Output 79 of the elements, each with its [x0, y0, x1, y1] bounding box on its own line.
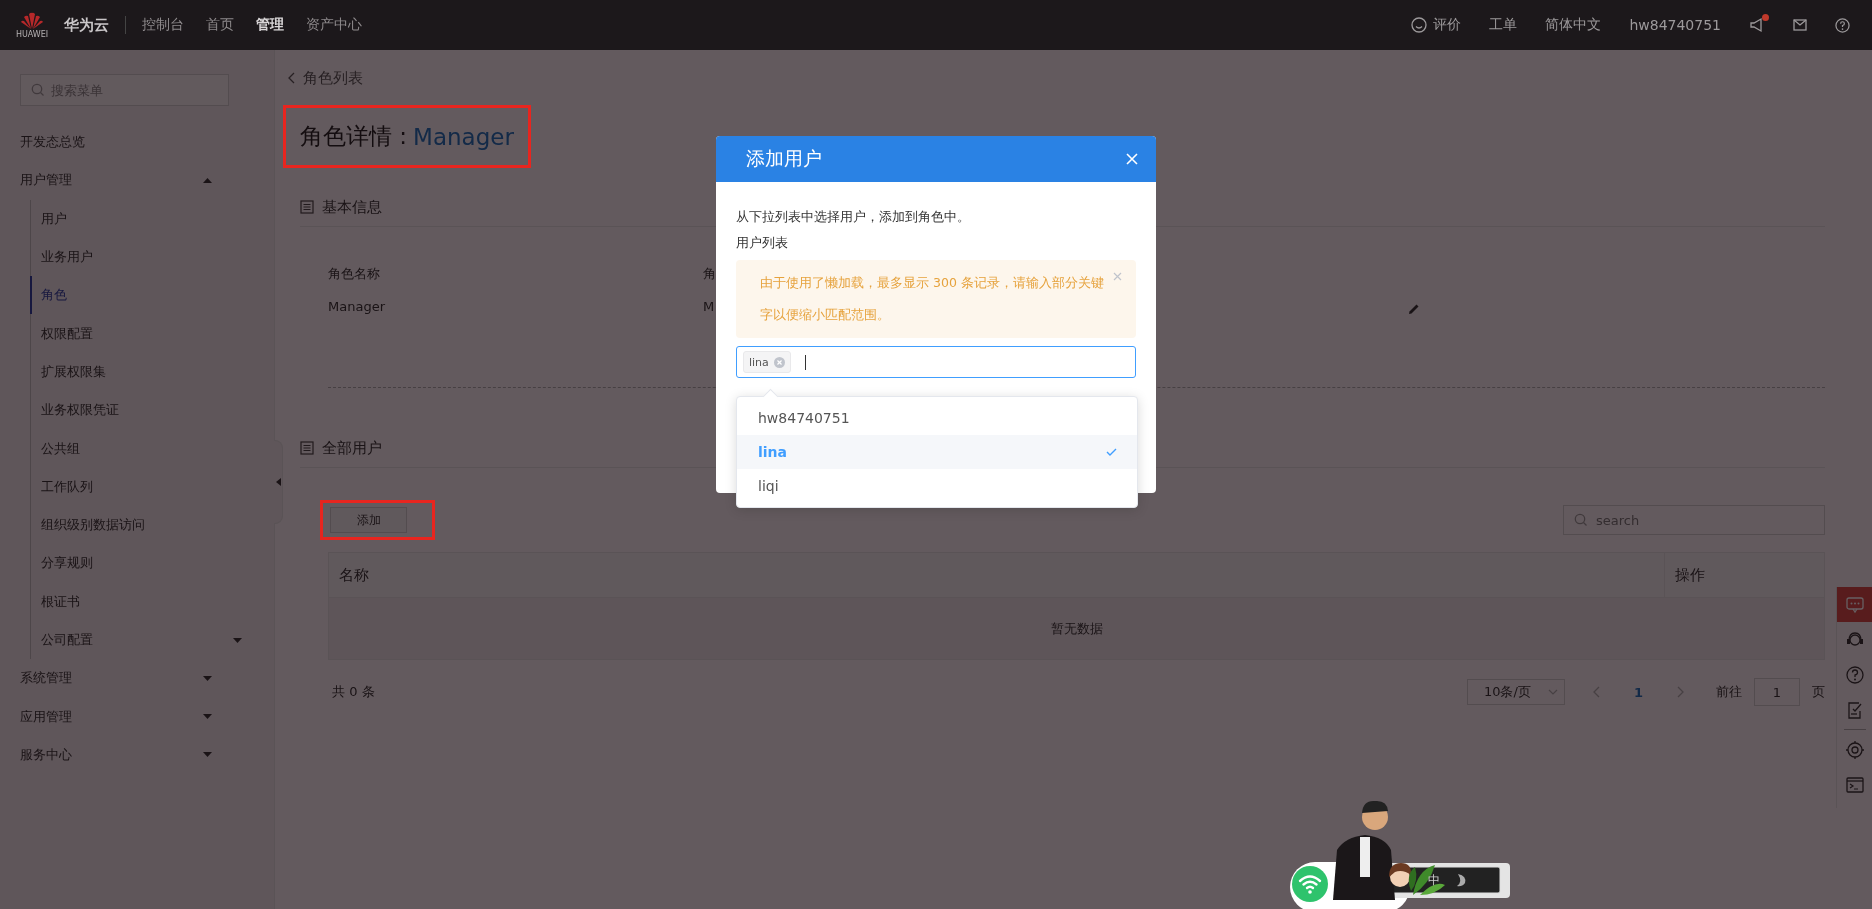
nav-link[interactable]: 管理	[256, 16, 284, 34]
menu-group[interactable]: 服务中心	[0, 735, 274, 775]
target-icon[interactable]	[1845, 739, 1865, 760]
menu-item[interactable]: 业务权限凭证	[30, 391, 274, 430]
help-icon[interactable]	[1835, 17, 1850, 33]
empty-table-message: 暂无数据	[328, 597, 1825, 660]
dropdown-option[interactable]: hw84740751	[737, 401, 1137, 435]
menu-item[interactable]: 工作队列	[30, 467, 274, 506]
role-name: Manager	[413, 123, 514, 150]
nav-link[interactable]: 控制台	[142, 16, 184, 34]
field-label: 用户列表	[736, 234, 789, 252]
user-select-field[interactable]: lina	[736, 346, 1136, 378]
menu-group[interactable]: 应用管理	[0, 697, 274, 736]
page-size-select[interactable]: 10条/页	[1466, 679, 1565, 705]
chevron-left-icon[interactable]	[1592, 686, 1600, 698]
menu-item[interactable]: 公共组	[30, 429, 274, 468]
page-title: 角色详情 :	[300, 122, 408, 151]
dropdown-option[interactable]: lina	[737, 435, 1137, 469]
megaphone-icon[interactable]	[1749, 17, 1765, 33]
field-label: 角	[703, 265, 716, 283]
chevron-down-icon	[1547, 689, 1558, 695]
list-icon	[300, 200, 314, 214]
nav-link[interactable]: 首页	[206, 16, 234, 34]
search-icon	[31, 83, 45, 97]
menu-item[interactable]: 根证书	[30, 582, 274, 621]
menu-item[interactable]: 用户	[30, 199, 274, 238]
total-count: 共 0 条	[332, 683, 375, 701]
feedback-link[interactable]: 评价	[1411, 16, 1462, 34]
menu-item[interactable]: 业务用户	[30, 237, 274, 277]
column-header: 名称	[328, 552, 1665, 598]
section-title: 全部用户	[322, 438, 382, 458]
field-value: M	[703, 299, 716, 314]
dialog-description: 从下拉列表中选择用户，添加到角色中。	[736, 208, 971, 226]
list-icon	[300, 441, 314, 455]
selected-tag[interactable]: lina	[743, 351, 791, 373]
field-value: Manager	[328, 299, 386, 314]
section-title: 基本信息	[322, 197, 382, 217]
menu-group[interactable]: 用户管理	[0, 161, 274, 200]
language-link[interactable]: 简体中文	[1545, 16, 1602, 34]
chevron-right-icon[interactable]	[1677, 686, 1684, 698]
moon-icon[interactable]	[1455, 873, 1467, 887]
menu-item[interactable]: 组织级别数据访问	[30, 505, 274, 545]
brand-name: 华为云	[64, 15, 109, 35]
flower-logo-icon	[20, 11, 44, 30]
add-button[interactable]: 添加	[330, 507, 407, 533]
menu-item[interactable]: 权限配置	[30, 314, 274, 353]
terminal-icon[interactable]	[1845, 774, 1865, 795]
smiley-icon	[1411, 17, 1428, 33]
input-mode-label[interactable]: 中	[1428, 872, 1440, 889]
dropdown-option[interactable]: liqi	[737, 469, 1137, 503]
search-icon	[1574, 513, 1588, 527]
check-icon	[1106, 448, 1117, 456]
menu-group[interactable]: 公司配置	[30, 620, 274, 660]
column-header: 操作	[1664, 552, 1825, 598]
alert-message: 由于使用了懒加载，最多显示 300 条记录，请输入部分关键字以便缩小匹配范围。	[760, 275, 1104, 322]
remove-icon[interactable]	[773, 356, 785, 368]
page-number[interactable]: 1	[1611, 684, 1665, 700]
help-icon[interactable]	[1845, 664, 1865, 685]
menu-item[interactable]: 扩展权限集	[30, 352, 274, 392]
back-link[interactable]: 角色列表	[288, 66, 1825, 90]
field-label: 角色名称	[328, 265, 381, 283]
page-suffix: 页	[1812, 683, 1825, 701]
goto-page-field[interactable]: 1	[1754, 678, 1800, 706]
pencil-icon[interactable]	[1408, 303, 1420, 315]
account-name[interactable]: hw84740751	[1629, 17, 1721, 33]
logo-caption: HUAWEI	[15, 29, 49, 39]
mail-icon[interactable]	[1793, 19, 1807, 31]
chat-bubble-icon[interactable]	[1845, 594, 1865, 615]
goto-label: 前往	[1716, 683, 1742, 701]
text-cursor	[804, 354, 806, 370]
wifi-icon	[1292, 866, 1328, 902]
chevron-left-icon	[288, 72, 295, 84]
menu-item[interactable]: 开发态总览	[0, 123, 274, 162]
close-icon[interactable]	[1113, 272, 1122, 281]
menu-group[interactable]: 系统管理	[0, 659, 274, 698]
nav-link[interactable]: 资产中心	[306, 16, 362, 34]
menu-item[interactable]: 分享规则	[30, 544, 274, 583]
tickets-link[interactable]: 工单	[1489, 16, 1518, 34]
dialog-title: 添加用户	[746, 146, 822, 171]
